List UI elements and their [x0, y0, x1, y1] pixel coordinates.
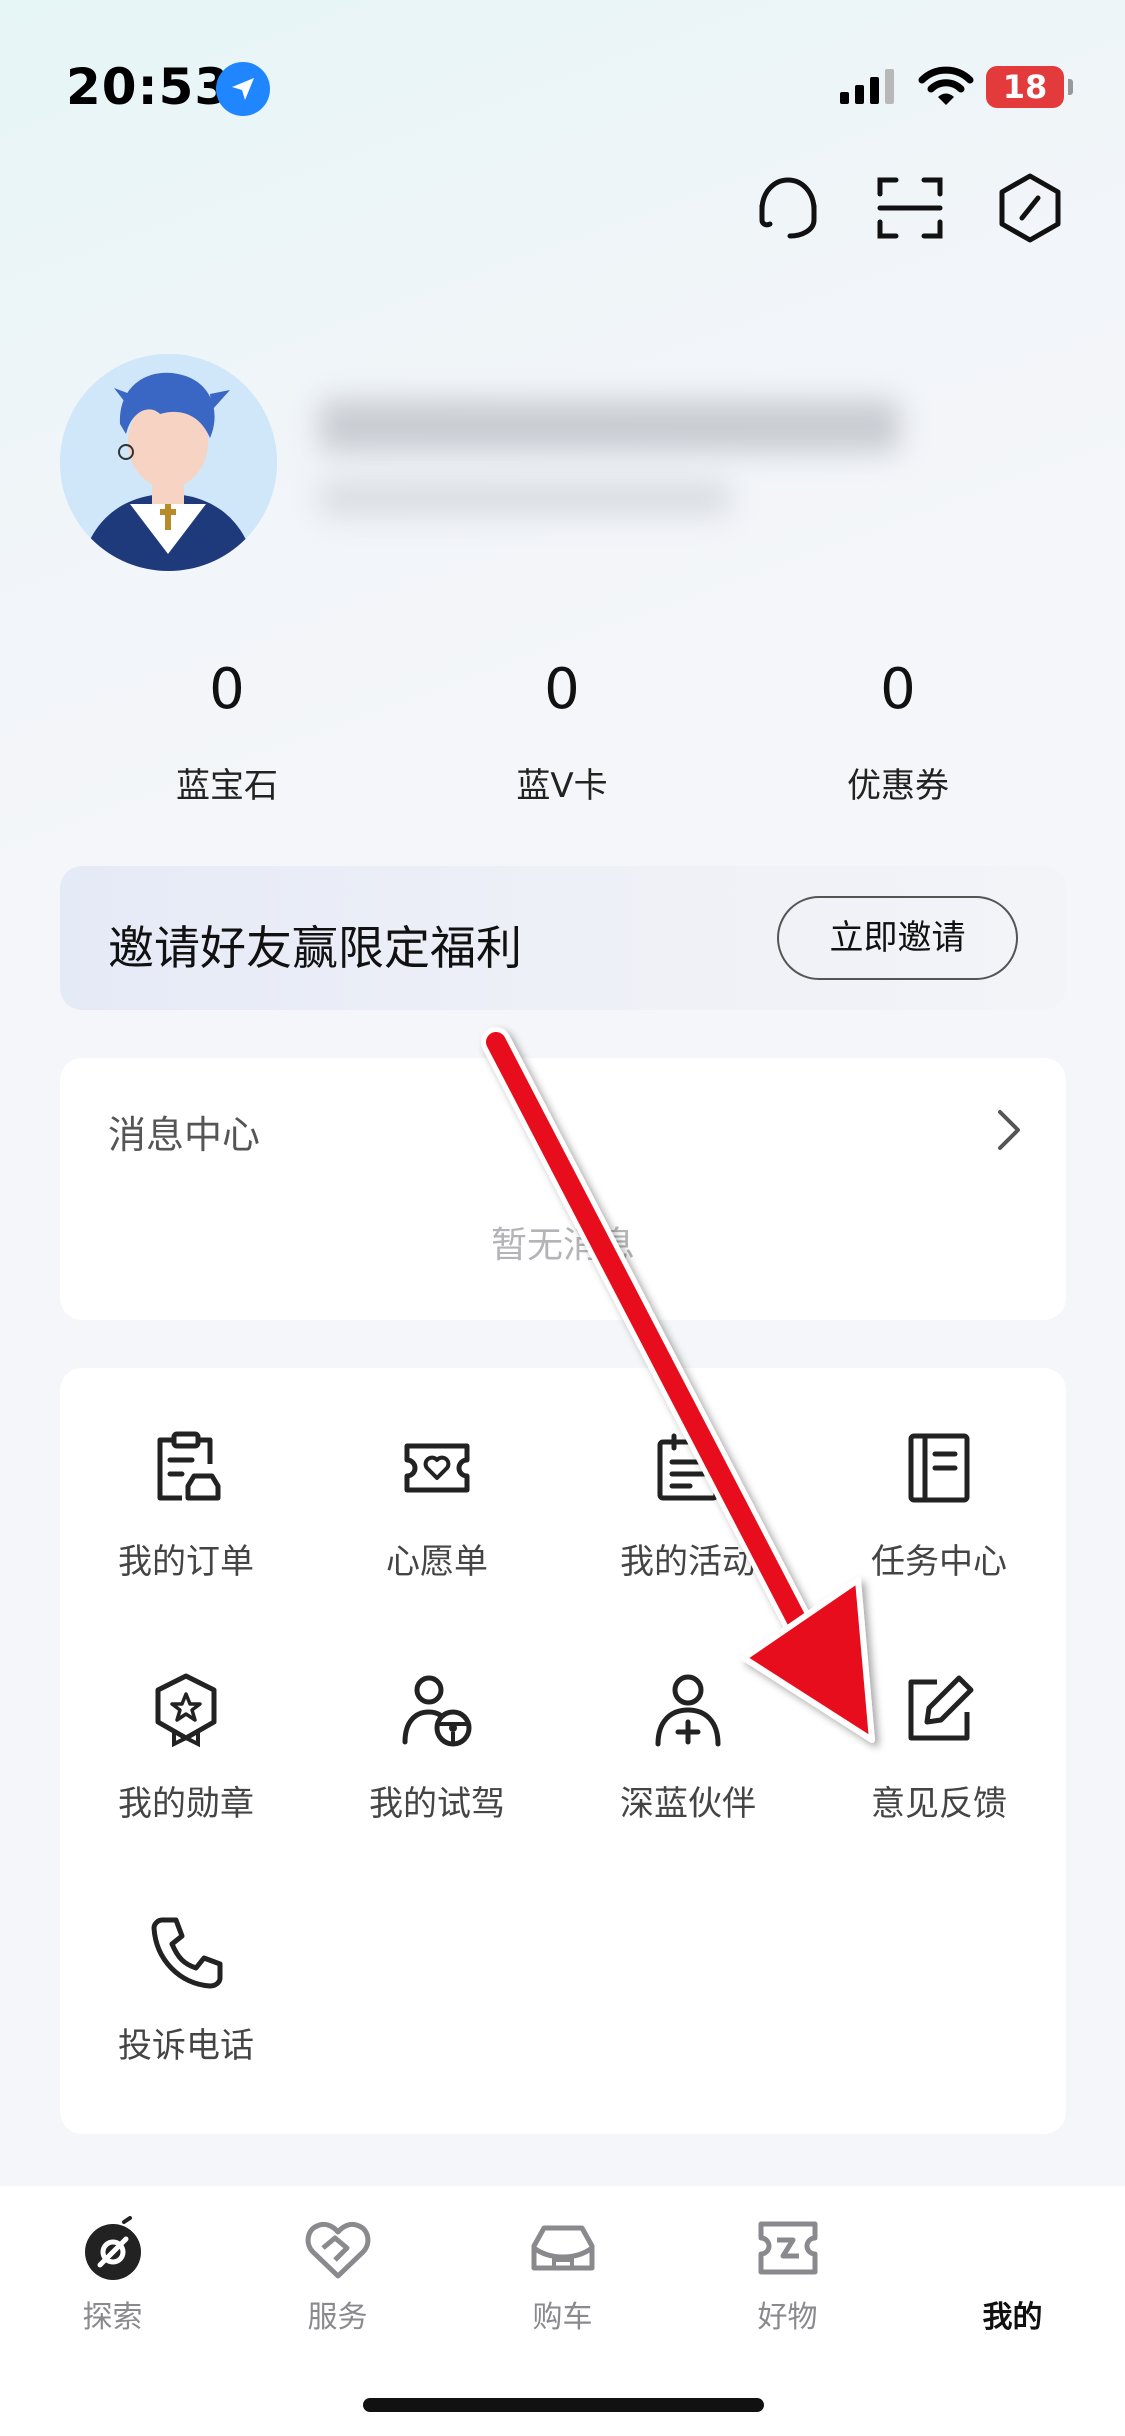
annotation-arrow	[481, 1027, 875, 1743]
